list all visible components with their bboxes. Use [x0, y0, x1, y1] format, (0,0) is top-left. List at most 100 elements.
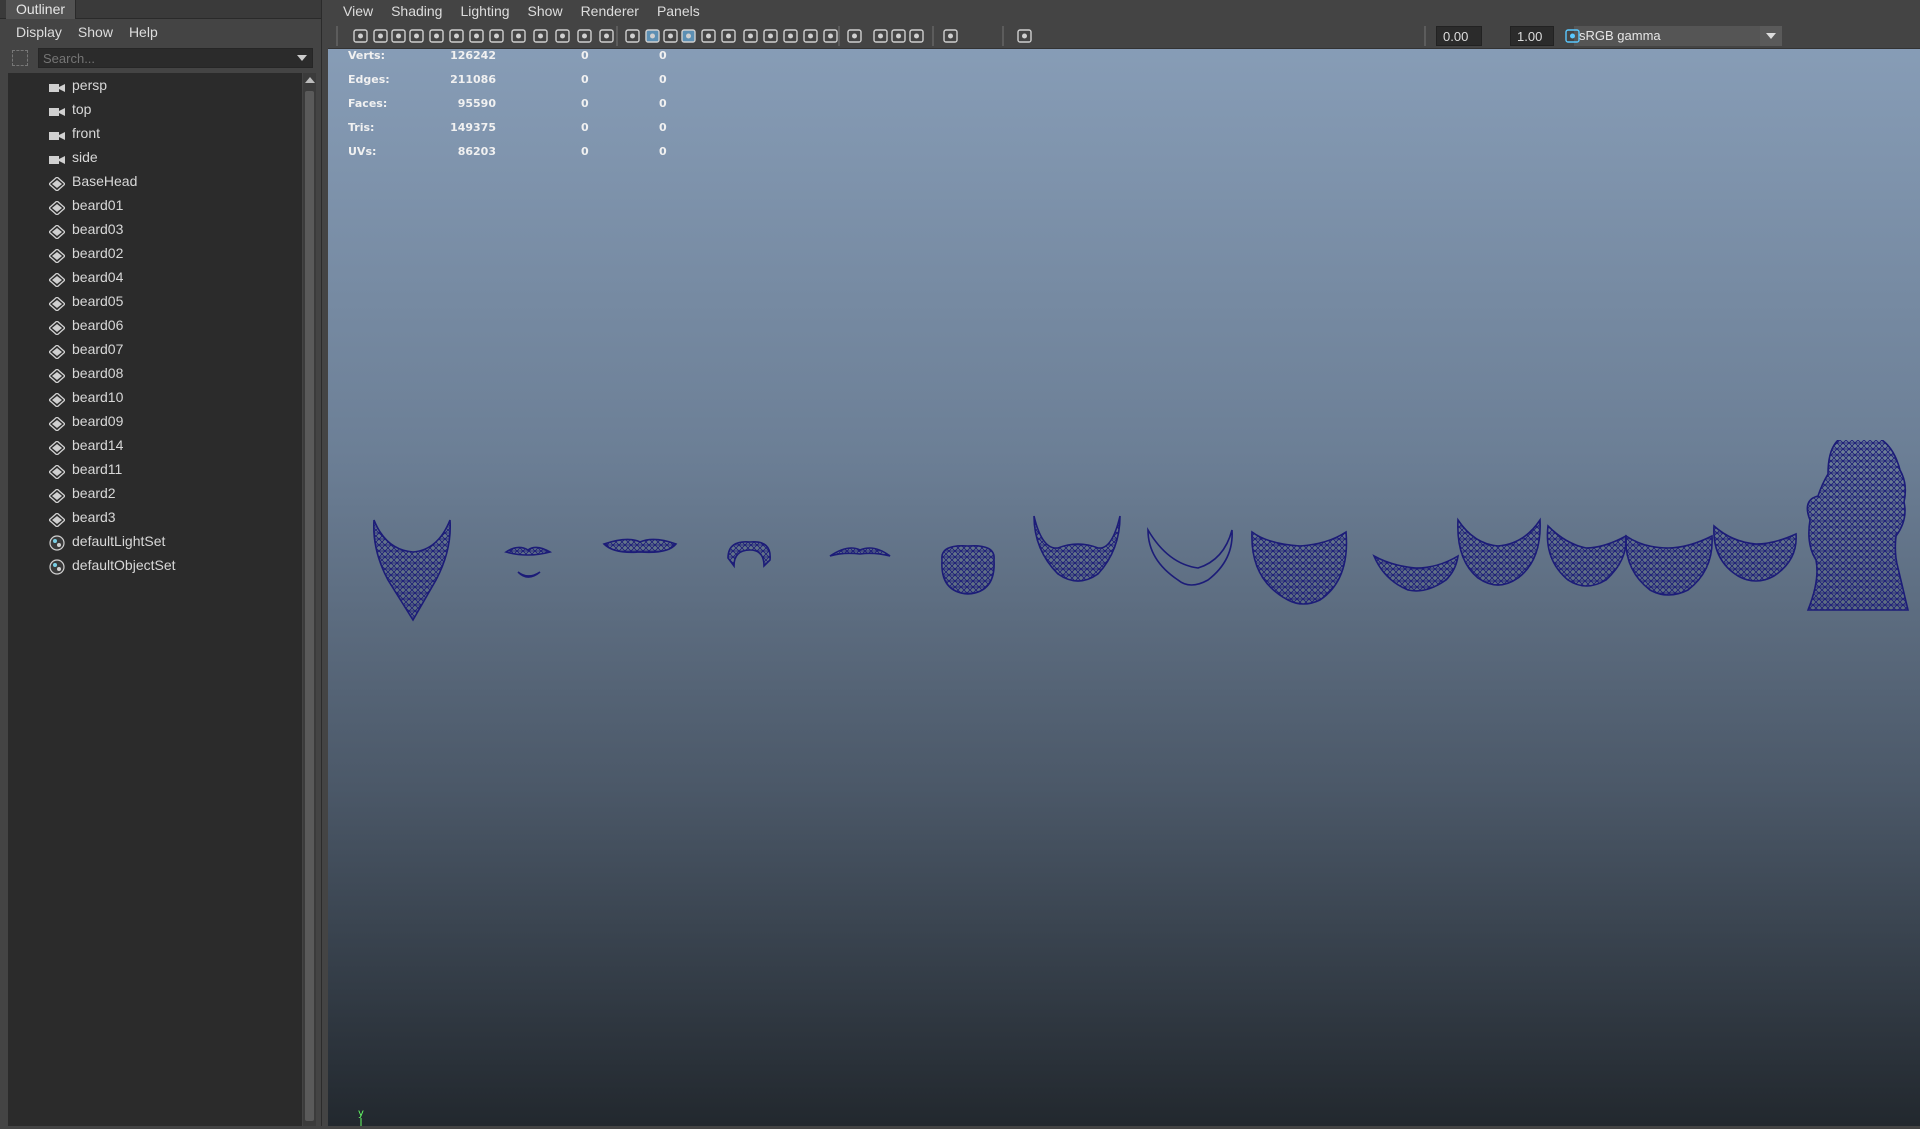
transform-icon — [47, 438, 67, 456]
search-options-arrow-icon[interactable] — [297, 55, 307, 61]
transform-icon — [47, 486, 67, 504]
exposure-field[interactable]: 0.00 — [1436, 26, 1482, 46]
outliner-item-label: beard02 — [72, 245, 124, 261]
transform-icon — [47, 318, 67, 336]
viewport-menubar: View Shading Lighting Show Renderer Pane… — [328, 0, 1920, 23]
outliner-item-beard03[interactable]: beard03 — [8, 217, 302, 241]
bookmark-icon[interactable] — [390, 27, 408, 45]
outliner-item-BaseHead[interactable]: BaseHead — [8, 169, 302, 193]
beard-mesh-13 — [1625, 534, 1713, 596]
grid-icon[interactable] — [468, 27, 486, 45]
scroll-up-icon[interactable] — [305, 77, 315, 83]
outliner-tabbar: Outliner — [0, 0, 321, 19]
transform-icon — [47, 294, 67, 312]
outliner-item-persp[interactable]: persp — [8, 73, 302, 97]
menu-panels[interactable]: Panels — [648, 0, 709, 23]
hud-comp: 0 — [659, 145, 667, 158]
resolution-gate-icon[interactable] — [510, 27, 528, 45]
outliner-item-top[interactable]: top — [8, 97, 302, 121]
isolate-select-icon[interactable] — [846, 27, 864, 45]
gamma-field[interactable]: 1.00 — [1510, 26, 1554, 46]
menu-renderer[interactable]: Renderer — [572, 0, 648, 23]
outliner-scrollbar[interactable] — [303, 73, 316, 1126]
outliner-tab[interactable]: Outliner — [6, 0, 77, 19]
outliner-item-side[interactable]: side — [8, 145, 302, 169]
hud-comp: 0 — [659, 121, 667, 134]
film-gate-icon[interactable] — [488, 27, 506, 45]
wireframe-on-shaded-icon[interactable] — [680, 27, 698, 45]
safe-title-icon[interactable] — [598, 27, 616, 45]
beard-mesh-14 — [1713, 524, 1797, 582]
color-space-dropdown-icon[interactable] — [1760, 26, 1782, 46]
outliner-item-beard04[interactable]: beard04 — [8, 265, 302, 289]
outliner-item-beard02[interactable]: beard02 — [8, 241, 302, 265]
wireframe-icon[interactable] — [624, 27, 642, 45]
outliner-item-label: beard14 — [72, 437, 124, 453]
menu-lighting[interactable]: Lighting — [451, 0, 518, 23]
2d-pan-icon[interactable] — [448, 27, 466, 45]
outliner-item-beard10[interactable]: beard10 — [8, 385, 302, 409]
camera-attrs-icon[interactable] — [372, 27, 390, 45]
poly-count-hud: Verts: 126242 0 0 Edges: 211086 0 0 Faces: 95590 0… — [348, 49, 678, 169]
camera-icon — [49, 78, 65, 92]
smooth-shade-icon[interactable] — [644, 27, 662, 45]
outliner-item-beard07[interactable]: beard07 — [8, 337, 302, 361]
xray-joints-icon[interactable] — [872, 27, 890, 45]
beard-mesh-7 — [1033, 515, 1121, 582]
xray-active-icon[interactable] — [890, 27, 908, 45]
backface-icon[interactable] — [908, 27, 926, 45]
hud-value: 149375 — [450, 121, 496, 134]
hud-label: Verts: — [348, 49, 386, 62]
menu-help[interactable]: Help — [121, 19, 166, 45]
menu-shading[interactable]: Shading — [382, 0, 451, 23]
shadows-icon[interactable] — [742, 27, 760, 45]
scroll-thumb[interactable] — [305, 91, 314, 1121]
outliner-item-beard11[interactable]: beard11 — [8, 457, 302, 481]
outliner-item-defaultLightSet[interactable]: defaultLightSet — [8, 529, 302, 553]
select-camera-icon[interactable] — [352, 27, 370, 45]
gamma-icon[interactable] — [1016, 27, 1034, 45]
search-input[interactable] — [38, 48, 313, 68]
motion-blur-icon[interactable] — [782, 27, 800, 45]
outliner-item-beard3[interactable]: beard3 — [8, 505, 302, 529]
outliner-item-label: defaultObjectSet — [72, 557, 176, 573]
transform-icon — [47, 246, 67, 264]
hud-label: Faces: — [348, 97, 388, 110]
gate-mask-icon[interactable] — [532, 27, 550, 45]
hud-row: Faces: 95590 0 0 — [348, 97, 678, 121]
base-head-mesh — [1806, 433, 1910, 611]
outliner-item-beard01[interactable]: beard01 — [8, 193, 302, 217]
outliner-item-front[interactable]: front — [8, 121, 302, 145]
outliner-item-defaultObjectSet[interactable]: defaultObjectSet — [8, 553, 302, 577]
menu-show[interactable]: Show — [519, 0, 572, 23]
outliner-item-beard06[interactable]: beard06 — [8, 313, 302, 337]
grease-pencil-icon[interactable] — [428, 27, 446, 45]
viewport-panel[interactable]: View Shading Lighting Show Renderer Pane… — [328, 0, 1920, 1126]
outliner-item-label: beard11 — [72, 461, 123, 477]
image-plane-icon[interactable] — [408, 27, 426, 45]
field-chart-icon[interactable] — [554, 27, 572, 45]
lights-icon[interactable] — [720, 27, 738, 45]
outliner-item-beard09[interactable]: beard09 — [8, 409, 302, 433]
menu-show[interactable]: Show — [70, 19, 121, 45]
color-space-select[interactable]: sRGB gamma — [1574, 26, 1760, 46]
ssao-icon[interactable] — [762, 27, 780, 45]
default-material-icon[interactable] — [662, 27, 680, 45]
outliner-item-beard2[interactable]: beard2 — [8, 481, 302, 505]
outliner-item-beard14[interactable]: beard14 — [8, 433, 302, 457]
safe-action-icon[interactable] — [576, 27, 594, 45]
transform-icon — [47, 174, 67, 192]
aa-icon[interactable] — [802, 27, 820, 45]
outliner-item-beard08[interactable]: beard08 — [8, 361, 302, 385]
color-manage-icon[interactable] — [1564, 27, 1582, 45]
filter-icon[interactable] — [12, 50, 28, 66]
xray-icon[interactable] — [700, 27, 718, 45]
exposure-icon[interactable] — [942, 27, 960, 45]
menu-display[interactable]: Display — [8, 19, 70, 45]
menu-view[interactable]: View — [334, 0, 382, 23]
camera-icon — [49, 126, 65, 140]
scene-meshes[interactable] — [328, 433, 1920, 660]
outliner-item-beard05[interactable]: beard05 — [8, 289, 302, 313]
beard-mesh-1 — [372, 519, 452, 622]
outliner-item-label: top — [72, 101, 92, 117]
